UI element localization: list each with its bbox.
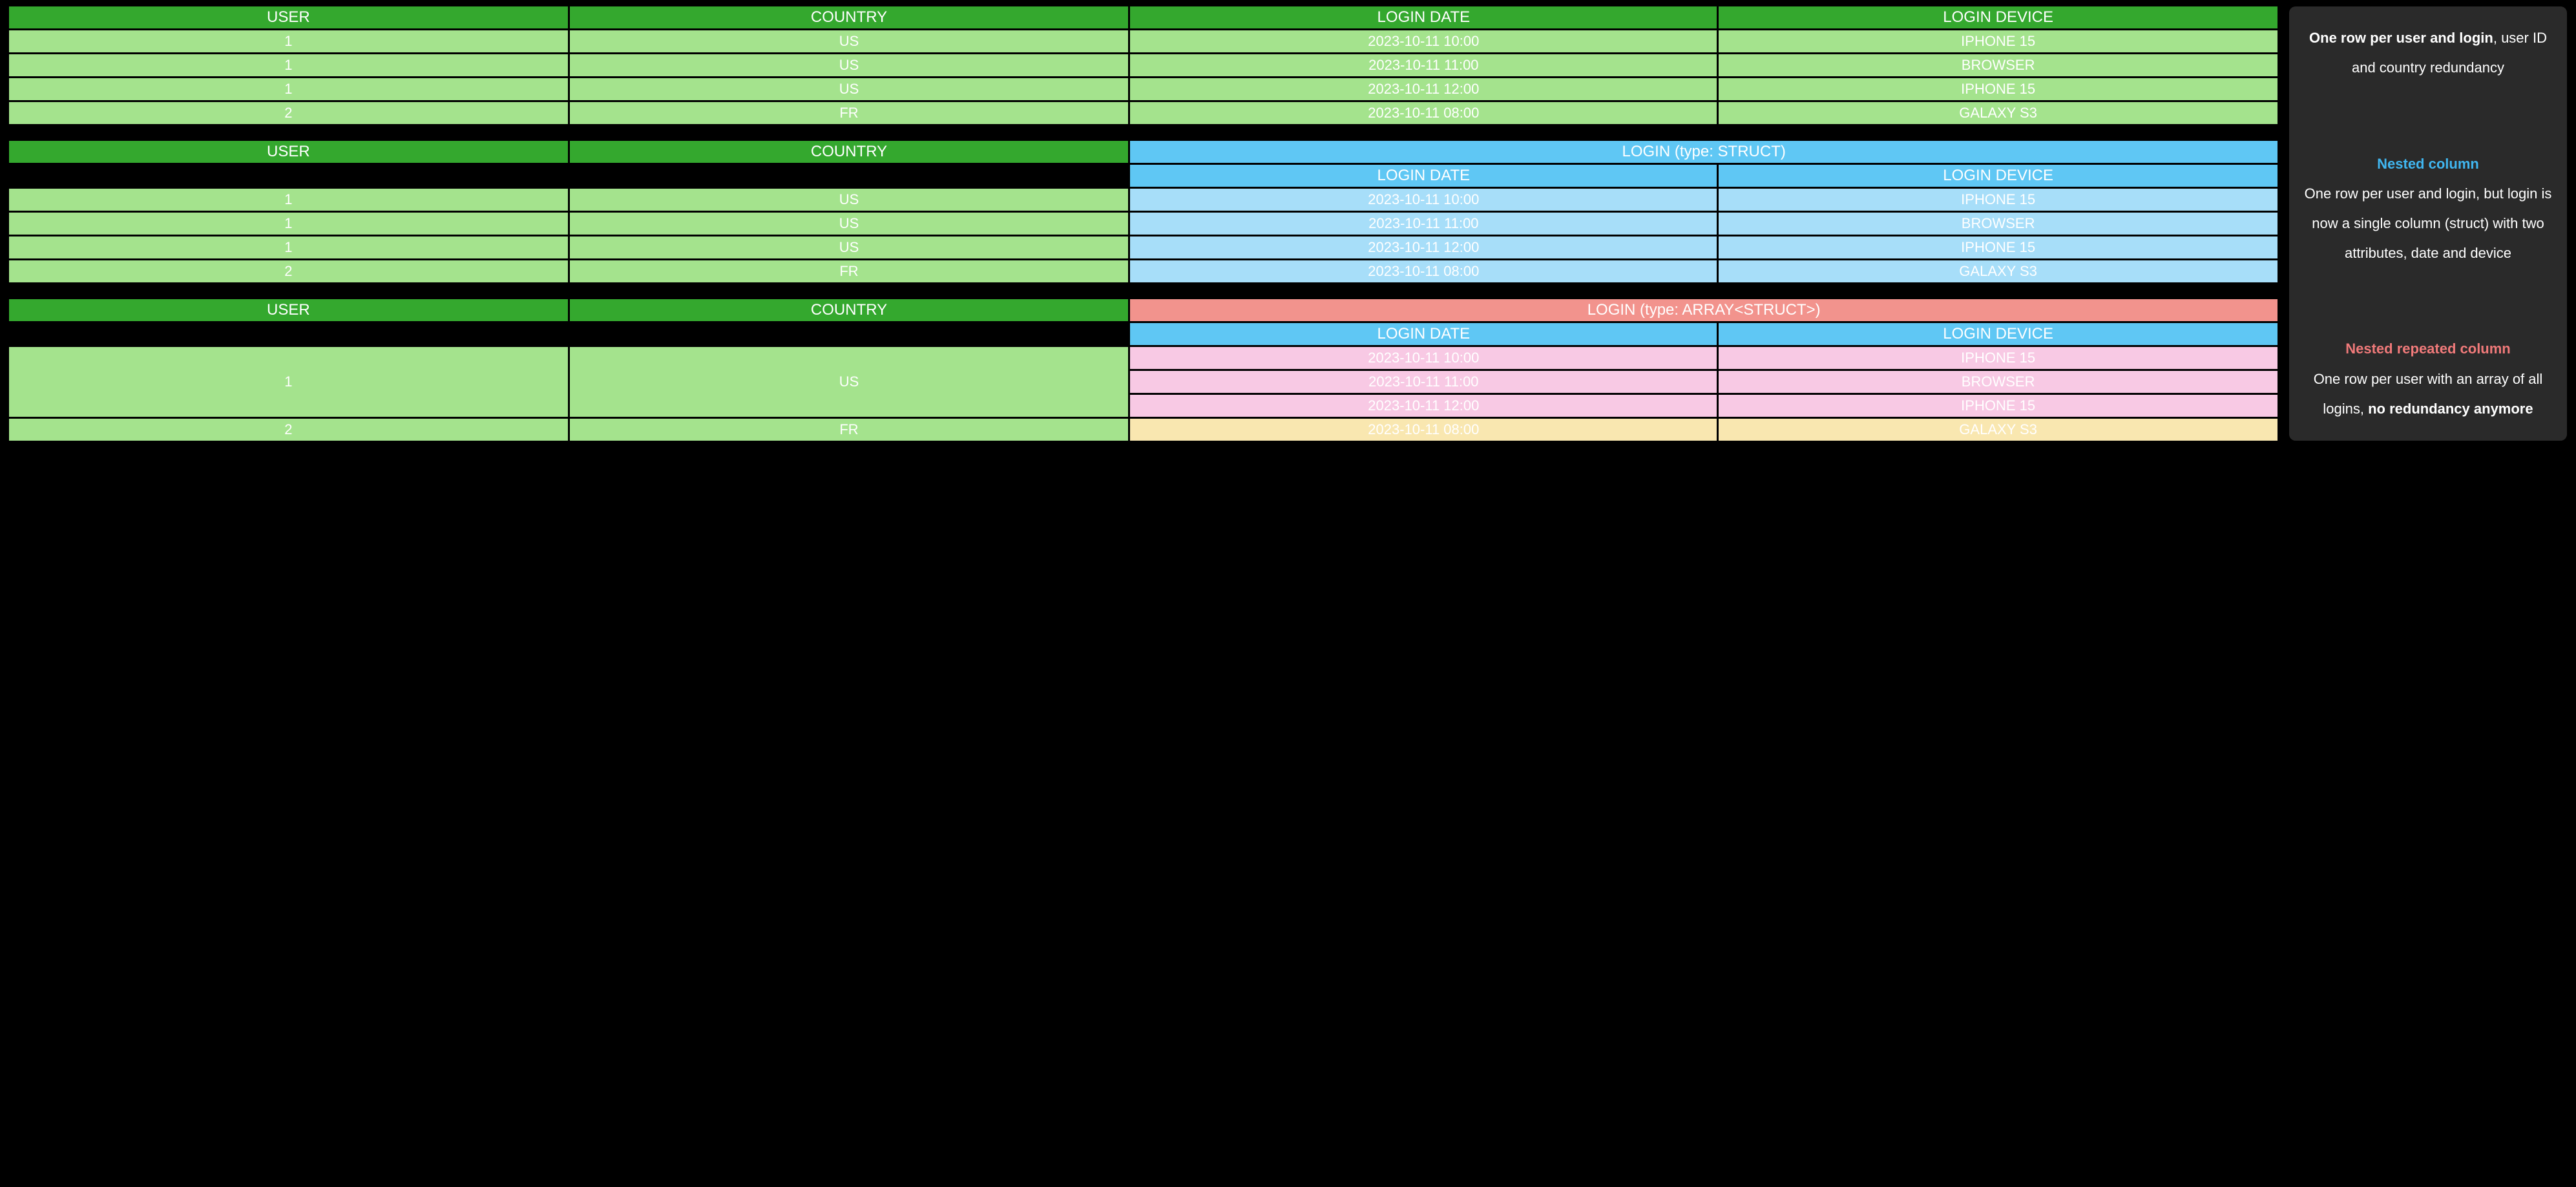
cell-country: US (570, 54, 1129, 76)
caption-array-body-bold: no redundancy anymore (2368, 401, 2533, 417)
col-subheader-login-date: LOGIN DATE (1130, 165, 1717, 187)
cell-country: US (570, 236, 1129, 258)
cell-login-device: GALAXY S3 (1719, 419, 2278, 441)
cell-user: 1 (9, 30, 568, 52)
cell-login-date: 2023-10-11 12:00 (1130, 395, 1717, 417)
cell-country: US (570, 78, 1129, 100)
col-header-user: USER (9, 6, 568, 28)
cell-login-date: 2023-10-11 12:00 (1130, 236, 1717, 258)
table-flat: USER COUNTRY LOGIN DATE LOGIN DEVICE 1 U… (9, 6, 2278, 124)
cell-country: FR (570, 102, 1129, 124)
cell-login-date: 2023-10-11 08:00 (1130, 102, 1717, 124)
cell-login-device: IPHONE 15 (1719, 236, 2278, 258)
cell-login-device: IPHONE 15 (1719, 347, 2278, 369)
cell-login-date: 2023-10-11 11:00 (1130, 371, 1717, 393)
col-subheader-login-device: LOGIN DEVICE (1719, 323, 2278, 345)
col-header-country: COUNTRY (570, 299, 1129, 321)
col-header-login-struct: LOGIN (type: STRUCT) (1130, 141, 2278, 163)
col-header-user: USER (9, 299, 568, 321)
cell-country: US (570, 347, 1129, 417)
col-header-login-device: LOGIN DEVICE (1719, 6, 2278, 28)
cell-user: 2 (9, 260, 568, 282)
col-header-login-date: LOGIN DATE (1130, 6, 1717, 28)
cell-user: 2 (9, 419, 568, 441)
caption-flat-bold: One row per user and login (2309, 30, 2493, 46)
col-header-country: COUNTRY (570, 6, 1129, 28)
caption-struct-title: Nested column (2303, 149, 2553, 179)
cell-country: FR (570, 419, 1129, 441)
cell-login-date: 2023-10-11 10:00 (1130, 347, 1717, 369)
cell-user: 1 (9, 54, 568, 76)
caption-array: Nested repeated column One row per user … (2303, 334, 2553, 424)
cell-user: 1 (9, 236, 568, 258)
cell-user: 1 (9, 213, 568, 235)
cell-login-device: GALAXY S3 (1719, 102, 2278, 124)
cell-login-device: IPHONE 15 (1719, 395, 2278, 417)
cell-login-device: BROWSER (1719, 213, 2278, 235)
col-subheader-login-device: LOGIN DEVICE (1719, 165, 2278, 187)
cell-login-device: IPHONE 15 (1719, 30, 2278, 52)
cell-login-device: BROWSER (1719, 371, 2278, 393)
cell-login-device: GALAXY S3 (1719, 260, 2278, 282)
empty-cell (9, 165, 568, 187)
empty-cell (570, 165, 1129, 187)
cell-login-date: 2023-10-11 08:00 (1130, 260, 1717, 282)
col-header-user: USER (9, 141, 568, 163)
cell-login-date: 2023-10-11 11:00 (1130, 213, 1717, 235)
cell-country: FR (570, 260, 1129, 282)
empty-cell (9, 323, 568, 345)
cell-country: US (570, 30, 1129, 52)
cell-login-date: 2023-10-11 10:00 (1130, 189, 1717, 211)
cell-login-device: BROWSER (1719, 54, 2278, 76)
cell-user: 2 (9, 102, 568, 124)
cell-user: 1 (9, 78, 568, 100)
cell-country: US (570, 213, 1129, 235)
cell-user: 1 (9, 347, 568, 417)
table-array-struct: USER COUNTRY LOGIN (type: ARRAY<STRUCT>)… (9, 299, 2278, 441)
cell-login-date: 2023-10-11 10:00 (1130, 30, 1717, 52)
cell-country: US (570, 189, 1129, 211)
col-subheader-login-date: LOGIN DATE (1130, 323, 1717, 345)
caption-flat: One row per user and login, user ID and … (2303, 23, 2553, 83)
captions-panel: One row per user and login, user ID and … (2289, 6, 2567, 441)
col-header-login-array-struct: LOGIN (type: ARRAY<STRUCT>) (1130, 299, 2278, 321)
cell-login-device: IPHONE 15 (1719, 78, 2278, 100)
caption-struct: Nested column One row per user and login… (2303, 149, 2553, 269)
col-header-country: COUNTRY (570, 141, 1129, 163)
caption-array-title: Nested repeated column (2303, 334, 2553, 364)
cell-user: 1 (9, 189, 568, 211)
empty-cell (570, 323, 1129, 345)
table-struct: USER COUNTRY LOGIN (type: STRUCT) LOGIN … (9, 141, 2278, 282)
cell-login-date: 2023-10-11 11:00 (1130, 54, 1717, 76)
caption-array-body: One row per user with an array of all lo… (2303, 364, 2553, 424)
cell-login-date: 2023-10-11 12:00 (1130, 78, 1717, 100)
cell-login-date: 2023-10-11 08:00 (1130, 419, 1717, 441)
cell-login-device: IPHONE 15 (1719, 189, 2278, 211)
caption-struct-body: One row per user and login, but login is… (2303, 179, 2553, 269)
